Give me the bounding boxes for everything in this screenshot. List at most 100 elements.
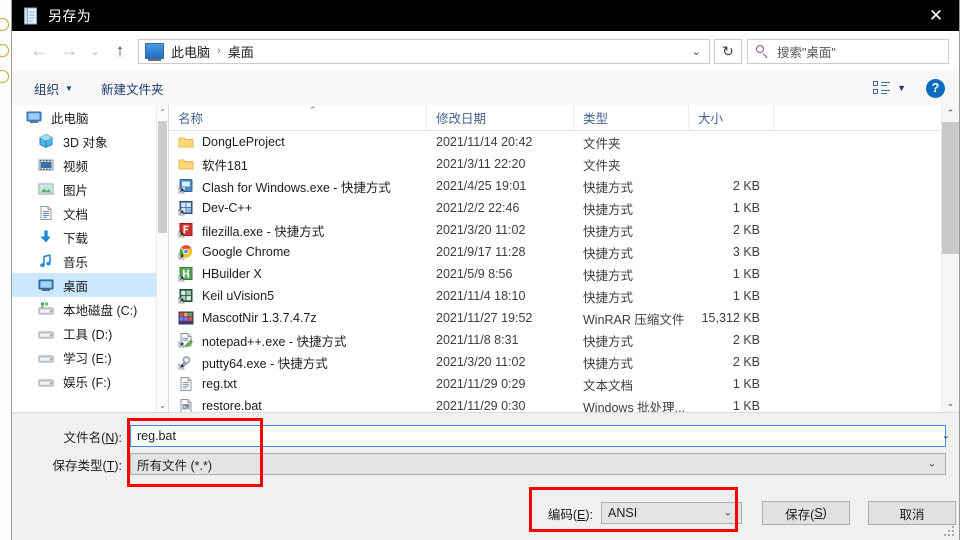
table-row[interactable]: HBuilder X 2021/5/9 8:56 快捷方式 1 KB	[169, 263, 959, 285]
resize-grip[interactable]	[944, 526, 955, 537]
chevron-down-icon[interactable]: ⌄	[724, 508, 732, 519]
file-list-scrollbar[interactable]: ⌃ ⌄	[941, 105, 959, 412]
filename-value: reg.bat	[137, 429, 176, 443]
drive-icon	[38, 325, 55, 341]
putty-icon	[178, 354, 194, 370]
sidebar-item-6[interactable]: 音乐	[12, 249, 168, 273]
savetype-select[interactable]: 所有文件 (*.*) ⌄	[130, 453, 946, 475]
chevron-down-icon[interactable]: ⌄	[942, 431, 950, 442]
sidebar-item-label: 此电脑	[51, 111, 89, 126]
close-button[interactable]: ✕	[913, 0, 959, 31]
chevron-down-icon[interactable]: ▼	[897, 83, 906, 93]
column-header-name[interactable]: 名称 ⌃	[169, 105, 427, 130]
breadcrumb-item-0[interactable]: 此电脑	[171, 42, 210, 61]
new-folder-button[interactable]: 新建文件夹	[101, 79, 164, 98]
up-icon[interactable]: ↑	[106, 36, 134, 66]
file-size: 2 KB	[732, 355, 760, 369]
sidebar-item-2[interactable]: 视频	[12, 153, 168, 177]
table-row[interactable]: Google Chrome 2021/9/17 11:28 快捷方式 3 KB	[169, 241, 959, 263]
file-name: Google Chrome	[202, 245, 291, 259]
sidebar-item-10[interactable]: 学习 (E:)	[12, 345, 168, 369]
help-icon[interactable]: ?	[926, 78, 945, 98]
sidebar-item-1[interactable]: 3D 对象	[12, 129, 168, 153]
encoding-select[interactable]: ANSI ⌄	[601, 502, 742, 524]
table-row[interactable]: 软件181 2021/3/11 22:20 文件夹	[169, 153, 959, 175]
winrar-icon	[178, 310, 194, 326]
table-row[interactable]: Keil uVision5 2021/11/4 18:10 快捷方式 1 KB	[169, 285, 959, 307]
file-name: Keil uVision5	[202, 289, 275, 303]
view-controls: ▼ ?	[873, 78, 945, 98]
recent-locations-icon[interactable]: ⌄	[84, 36, 106, 66]
form-area: 文件名(N): reg.bat ⌄ 保存类型(T): 所有文件 (*.*) ⌄ …	[12, 412, 959, 540]
search-box[interactable]: 搜索"桌面"	[747, 38, 949, 64]
chevron-down-icon[interactable]: ⌄	[692, 45, 701, 58]
filename-label: 文件名(N):	[63, 430, 122, 445]
sidebar-item-0[interactable]: 此电脑	[12, 105, 168, 129]
file-rows: DongLeProject 2021/11/14 20:42 文件夹 软件181 202…	[169, 131, 959, 412]
navigation-pane: 此电脑 3D 对象视频图片 文档 下载 音乐 桌面 本地磁盘 (C:) 工具 (D:) 学习 (…	[12, 105, 168, 412]
column-header-date[interactable]: 修改日期	[427, 105, 574, 130]
table-row[interactable]: putty64.exe - 快捷方式 2021/3/20 11:02 快捷方式 2 K…	[169, 351, 959, 373]
file-type: 文本文档	[583, 378, 634, 393]
sidebar-item-8[interactable]: 本地磁盘 (C:)	[12, 297, 168, 321]
table-row[interactable]: Clash for Windows.exe - 快捷方式 2021/4/25 19…	[169, 175, 959, 197]
sidebar-item-9[interactable]: 工具 (D:)	[12, 321, 168, 345]
file-date: 2021/3/11 22:20	[436, 157, 526, 171]
organize-button[interactable]: 组织 ▼	[34, 79, 73, 98]
column-header-type[interactable]: 类型	[574, 105, 689, 130]
file-name-cell: reg.txt	[169, 376, 427, 392]
file-date: 2021/11/27 19:52	[436, 311, 533, 325]
column-header-size[interactable]: 大小	[689, 105, 774, 130]
address-bar[interactable]: 此电脑 › 桌面 ⌄	[138, 38, 710, 64]
window-title: 另存为	[48, 7, 92, 24]
sidebar-item-3[interactable]: 图片	[12, 177, 168, 201]
sidebar-item-4[interactable]: 文档	[12, 201, 168, 225]
file-type: 快捷方式	[583, 246, 634, 261]
file-date: 2021/11/8 8:31	[436, 333, 519, 347]
table-row[interactable]: restore.bat 2021/11/29 0:30 Windows 批处理...…	[169, 395, 959, 412]
file-size: 3 KB	[732, 245, 760, 259]
file-size: 2 KB	[732, 223, 760, 237]
navigation-bar: ← → ⌄ ↑ 此电脑 › 桌面 ⌄ ↻ 搜索"桌面"	[12, 31, 959, 71]
sidebar-scroll-thumb[interactable]	[158, 121, 167, 233]
view-layout-icon[interactable]	[873, 81, 891, 95]
text-file-icon	[178, 376, 194, 392]
table-row[interactable]: DongLeProject 2021/11/14 20:42 文件夹	[169, 131, 959, 153]
sidebar-item-label: 视频	[63, 159, 89, 174]
filename-input[interactable]: reg.bat ⌄	[130, 425, 950, 447]
table-row[interactable]: MascotNir 1.3.7.4.7z 2021/11/27 19:52 WinR…	[169, 307, 959, 329]
refresh-button[interactable]: ↻	[714, 38, 742, 64]
sidebar-item-11[interactable]: 娱乐 (F:)	[12, 369, 168, 393]
scroll-down-icon[interactable]: ⌄	[157, 398, 168, 412]
file-name: reg.txt	[202, 377, 237, 391]
file-type: 快捷方式	[583, 268, 634, 283]
sidebar-item-7[interactable]: 桌面	[12, 273, 168, 297]
cancel-button[interactable]: 取消	[868, 501, 956, 525]
breadcrumb-item-1[interactable]: 桌面	[228, 42, 254, 61]
back-icon[interactable]: ←	[24, 36, 54, 66]
folder-icon	[178, 156, 194, 172]
file-list-scroll-thumb[interactable]	[942, 122, 959, 254]
table-row[interactable]: notepad++.exe - 快捷方式 2021/11/8 8:31 快捷方式 2 …	[169, 329, 959, 351]
file-type: 快捷方式	[583, 356, 634, 371]
scroll-down-icon[interactable]: ⌄	[942, 395, 959, 412]
chevron-down-icon[interactable]: ⌄	[928, 459, 936, 470]
scroll-up-icon[interactable]: ⌃	[157, 105, 168, 119]
file-type: Windows 批处理...	[583, 400, 686, 413]
encoding-value: ANSI	[608, 506, 638, 520]
table-row[interactable]: Dev-C++ 2021/2/2 22:46 快捷方式 1 KB	[169, 197, 959, 219]
3d-objects-icon	[38, 133, 55, 149]
file-size: 2 KB	[732, 333, 760, 347]
save-button[interactable]: 保存(S)	[762, 501, 850, 525]
table-row[interactable]: filezilla.exe - 快捷方式 2021/3/20 11:02 快捷方式 2…	[169, 219, 959, 241]
file-name-cell: Clash for Windows.exe - 快捷方式	[169, 177, 427, 196]
forward-icon[interactable]: →	[54, 36, 84, 66]
scroll-up-icon[interactable]: ⌃	[942, 105, 959, 122]
background-dot	[0, 18, 9, 31]
documents-icon	[38, 205, 55, 221]
column-headers: 名称 ⌃ 修改日期 类型 大小	[169, 105, 959, 131]
sidebar-scrollbar[interactable]: ⌃ ⌄	[156, 105, 168, 412]
table-row[interactable]: reg.txt 2021/11/29 0:29 文本文档 1 KB	[169, 373, 959, 395]
music-icon	[38, 253, 55, 269]
sidebar-item-5[interactable]: 下载	[12, 225, 168, 249]
